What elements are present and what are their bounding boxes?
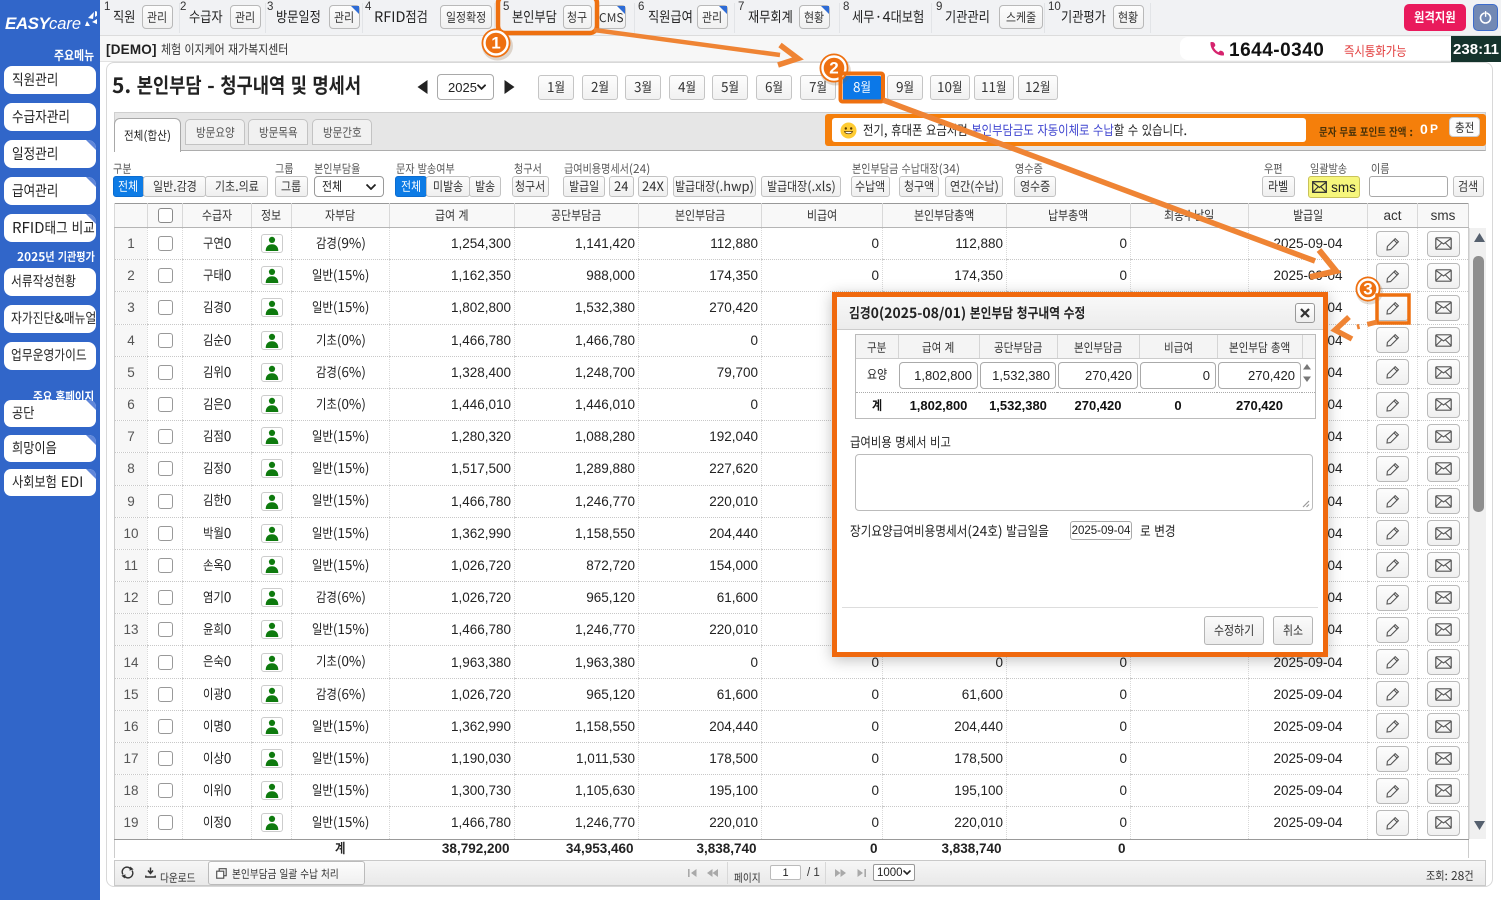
svg-text:care: care	[49, 15, 81, 33]
svg-text:EASY: EASY	[5, 14, 51, 33]
